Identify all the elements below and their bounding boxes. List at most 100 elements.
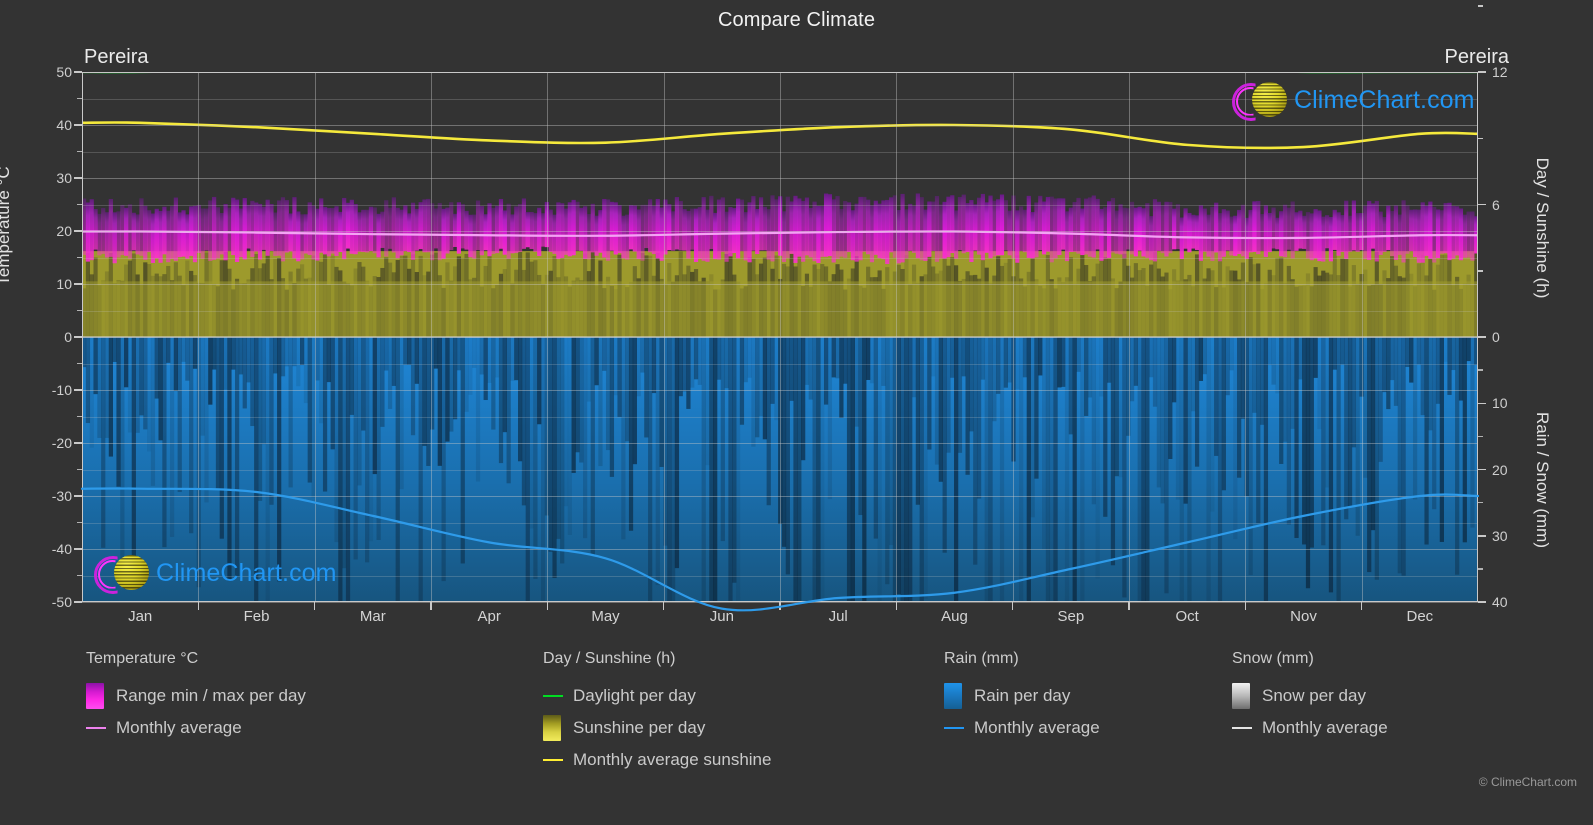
legend-item[interactable]: Rain per day xyxy=(944,680,1100,712)
y-axis-right-bottom-tick xyxy=(1478,402,1486,404)
y-axis-right-top-minor-tick xyxy=(1478,5,1483,7)
y-axis-left-tick xyxy=(74,71,82,73)
y-axis-right-bottom-tick-label: 10 xyxy=(1492,395,1508,412)
x-axis-tick-label-mar: Mar xyxy=(359,608,386,625)
legend-item[interactable]: Sunshine per day xyxy=(543,712,771,744)
legend-group-title: Rain (mm) xyxy=(944,650,1019,667)
y-axis-right-bottom-tick xyxy=(1478,535,1486,537)
legend-group-day-sunshine: Day / Sunshine (h) Daylight per day Sunshi… xyxy=(543,650,771,776)
legend-item[interactable]: Snow per day xyxy=(1232,680,1388,712)
y-axis-right-top-tick-label: 0 xyxy=(1492,329,1500,345)
x-axis-tick xyxy=(895,602,898,610)
y-axis-right-top-tick xyxy=(1478,71,1486,73)
y-axis-left-tick-label: 30 xyxy=(56,170,72,186)
x-axis-tick xyxy=(313,602,316,610)
y-axis-right-bottom-minor-tick xyxy=(1478,435,1483,438)
legend-line-icon xyxy=(543,759,563,761)
legend-swatch-icon xyxy=(543,715,561,741)
x-axis-tick-label-jan: Jan xyxy=(128,608,153,625)
legend-group-title: Snow (mm) xyxy=(1232,650,1314,667)
page-title: Compare Climate xyxy=(717,9,876,31)
legend-item-label: Daylight per day xyxy=(573,686,696,705)
chart-legend: Temperature °C Range min / max per day Mon… xyxy=(0,650,1593,800)
y-axis-right-bottom-tick-label: 20 xyxy=(1492,461,1508,478)
y-axis-right-top-tick xyxy=(1478,336,1486,338)
legend-line-icon xyxy=(944,727,964,729)
y-axis-left-tick-label: -10 xyxy=(51,382,72,398)
x-axis-tick-label-feb: Feb xyxy=(243,608,270,625)
y-axis-left-tick xyxy=(74,495,82,497)
y-axis-left-tick-label: -20 xyxy=(51,435,72,451)
y-axis-left-tick xyxy=(74,389,82,391)
y-axis-left-tick xyxy=(74,442,82,444)
y-axis-right-bottom-minor-tick xyxy=(1478,568,1483,570)
legend-group-title: Temperature °C xyxy=(86,650,199,667)
legend-item-label: Monthly average xyxy=(116,718,242,737)
y-axis-right-top-minor-tick xyxy=(1478,270,1483,272)
gridline-vertical xyxy=(780,72,781,602)
x-axis-tick-label-dec: Dec xyxy=(1406,608,1434,625)
x-axis-tick-label-apr: Apr xyxy=(477,608,501,625)
gridline-vertical xyxy=(1361,72,1363,602)
legend-line-icon xyxy=(1232,727,1252,729)
x-axis-tick xyxy=(1244,602,1247,610)
legend-item[interactable]: Monthly average xyxy=(1232,712,1388,744)
legend-group-temperature: Temperature °C Range min / max per day Mon… xyxy=(86,650,306,744)
y-axis-left-tick-label: 20 xyxy=(56,223,72,239)
y-axis-left-label: Temperature °C xyxy=(0,166,13,286)
x-axis-tick-label-may: May xyxy=(591,608,620,625)
legend-line-icon xyxy=(86,727,106,729)
legend-group-snow: Snow (mm) Snow per day Monthly average xyxy=(1232,650,1388,744)
legend-group-title: Day / Sunshine (h) xyxy=(543,650,676,667)
x-axis-tick xyxy=(779,602,781,610)
y-axis-right-top-tick-label: 6 xyxy=(1492,196,1500,213)
y-axis-right-bottom-tick xyxy=(1478,601,1486,603)
y-axis-right-bottom-minor-tick xyxy=(1478,501,1483,504)
y-axis-right-bottom-tick-label: 40 xyxy=(1492,594,1508,610)
legend-item[interactable]: Monthly average xyxy=(944,712,1100,744)
climechart-logo-icon xyxy=(1232,80,1287,121)
x-axis-tick xyxy=(1128,602,1130,610)
legend-item-label: Monthly average xyxy=(974,718,1100,737)
legend-item[interactable]: Monthly average xyxy=(86,712,306,744)
copyright-text: © ClimeChart.com xyxy=(1478,775,1577,789)
gridline-vertical xyxy=(431,72,432,602)
legend-item-label: Sunshine per day xyxy=(573,718,706,737)
legend-group-rain: Rain (mm) Rain per day Monthly average xyxy=(944,650,1100,744)
legend-item-label: Rain per day xyxy=(974,686,1071,705)
x-axis-tick xyxy=(197,602,200,610)
y-axis-left-tick-label: 10 xyxy=(56,276,72,292)
legend-item[interactable]: Daylight per day xyxy=(543,680,771,712)
y-axis-left-tick-label: -30 xyxy=(51,488,72,504)
watermark-bottom: ClimeChart.com xyxy=(94,553,337,594)
y-axis-right-top-tick-label: 12 xyxy=(1492,64,1508,80)
x-axis-tick-label-oct: Oct xyxy=(1175,608,1199,625)
location-label-left: Pereira xyxy=(84,46,149,68)
legend-item-label: Monthly average xyxy=(1262,718,1388,737)
y-axis-right-top-minor-tick xyxy=(1478,137,1483,139)
y-axis-left-tick xyxy=(74,336,82,338)
climate-chart-page: Compare Climate Pereira Pereira 50 40 30 20… xyxy=(0,0,1593,825)
y-axis-left-tick xyxy=(74,548,82,550)
x-axis-tick-label-jun: Jun xyxy=(709,608,734,625)
y-axis-left-tick-label: -50 xyxy=(51,594,72,610)
gridline-vertical xyxy=(896,72,898,602)
x-axis-tick-label-aug: Aug xyxy=(941,608,968,625)
y-axis-left-tick-label: 40 xyxy=(56,117,72,133)
legend-item[interactable]: Range min / max per day xyxy=(86,680,306,712)
gridline-vertical xyxy=(198,72,200,602)
y-axis-right-bottom-label: Rain / Snow (mm) xyxy=(1533,411,1552,549)
y-axis-right-top-label: Day / Sunshine (h) xyxy=(1533,157,1552,299)
legend-item-label: Monthly average sunshine xyxy=(573,750,772,769)
x-axis-tick xyxy=(1360,602,1363,610)
y-axis-right-bottom-tick xyxy=(1478,468,1486,471)
x-axis-tick xyxy=(1011,602,1014,610)
y-axis-left-tick xyxy=(74,601,82,603)
x-axis-tick-label-sep: Sep xyxy=(1057,608,1085,625)
legend-item[interactable]: Monthly average sunshine xyxy=(543,744,771,776)
legend-line-icon xyxy=(543,695,563,697)
gridline-vertical xyxy=(1012,72,1014,602)
y-axis-right-top-tick xyxy=(1478,203,1486,206)
y-axis-right-bottom-minor-tick xyxy=(1478,369,1483,371)
x-axis-tick xyxy=(546,602,549,610)
